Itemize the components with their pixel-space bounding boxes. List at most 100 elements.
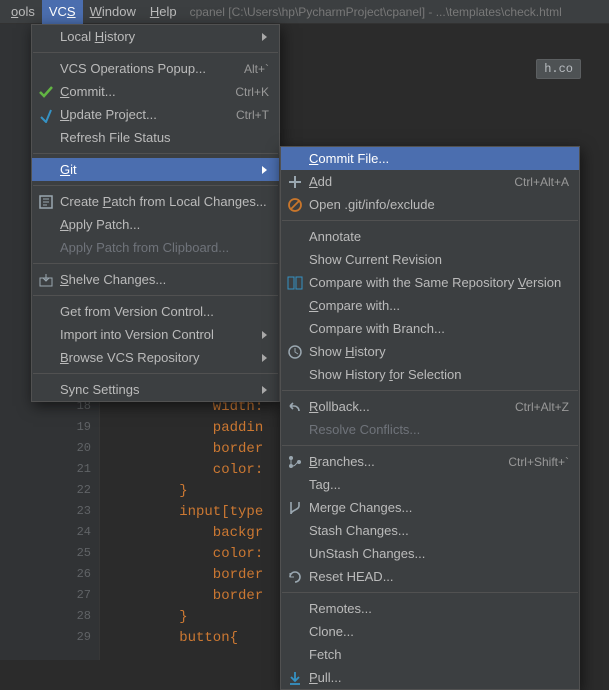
menu-item-label: Local History bbox=[60, 29, 135, 44]
line-number: 25 bbox=[77, 546, 91, 560]
diff-icon bbox=[287, 275, 303, 291]
menu-separator bbox=[282, 592, 578, 593]
menu-item[interactable]: Commit File... bbox=[281, 147, 579, 170]
menu-item[interactable]: Compare with Branch... bbox=[281, 317, 579, 340]
line-number: 24 bbox=[77, 525, 91, 539]
menu-item-label: Refresh File Status bbox=[60, 130, 171, 145]
menu-item-label: Remotes... bbox=[309, 601, 372, 616]
submenu-arrow-icon bbox=[261, 353, 269, 363]
menu-item[interactable]: Merge Changes... bbox=[281, 496, 579, 519]
menubar: oolsVCSWindowHelpcpanel [C:\Users\hp\Pyc… bbox=[0, 0, 609, 24]
menu-item[interactable]: AddCtrl+Alt+A bbox=[281, 170, 579, 193]
menu-item[interactable]: Local History bbox=[32, 25, 279, 48]
menu-item[interactable]: Fetch bbox=[281, 643, 579, 666]
menu-item[interactable]: Shelve Changes... bbox=[32, 268, 279, 291]
code-line: border bbox=[154, 588, 263, 604]
menu-item[interactable]: Compare with the Same Repository Version bbox=[281, 271, 579, 294]
menubar-item[interactable]: Window bbox=[83, 0, 143, 24]
menu-item[interactable]: Import into Version Control bbox=[32, 323, 279, 346]
vcs-menu: Local History VCS Operations Popup... Alt+… bbox=[31, 24, 280, 402]
menu-item[interactable]: Commit... Ctrl+K bbox=[32, 80, 279, 103]
menu-item[interactable]: Clone... bbox=[281, 620, 579, 643]
menu-shortcut: Alt+` bbox=[244, 62, 269, 76]
menu-item[interactable]: Show History for Selection bbox=[281, 363, 579, 386]
line-number: 26 bbox=[77, 567, 91, 581]
menu-shortcut: Ctrl+Alt+A bbox=[514, 175, 569, 189]
menu-item-label: Browse VCS Repository bbox=[60, 350, 199, 365]
menubar-item[interactable]: ools bbox=[4, 0, 42, 24]
menu-item[interactable]: Create Patch from Local Changes... bbox=[32, 190, 279, 213]
code-line: button{ bbox=[154, 630, 238, 646]
menu-separator bbox=[33, 153, 278, 154]
badge: h.co bbox=[536, 59, 581, 79]
menu-item-label: Reset HEAD... bbox=[309, 569, 394, 584]
menu-item[interactable]: Open .git/info/exclude bbox=[281, 193, 579, 216]
menu-item[interactable]: Tag... bbox=[281, 473, 579, 496]
code-line: } bbox=[154, 609, 188, 625]
menu-item-label: Compare with... bbox=[309, 298, 400, 313]
menu-item-label: Git bbox=[60, 162, 77, 177]
menu-item[interactable]: Sync Settings bbox=[32, 378, 279, 401]
menu-item-label: Compare with the Same Repository Version bbox=[309, 275, 561, 290]
menu-item-label: Stash Changes... bbox=[309, 523, 409, 538]
menu-item-label: Annotate bbox=[309, 229, 361, 244]
menu-item[interactable]: Refresh File Status bbox=[32, 126, 279, 149]
menu-item: Apply Patch from Clipboard... bbox=[32, 236, 279, 259]
undo-icon bbox=[287, 399, 303, 415]
menu-item-label: Commit... bbox=[60, 84, 116, 99]
menu-item[interactable]: Branches...Ctrl+Shift+` bbox=[281, 450, 579, 473]
menu-item-label: Merge Changes... bbox=[309, 500, 412, 515]
menubar-item[interactable]: Help bbox=[143, 0, 184, 24]
menu-item[interactable]: Reset HEAD... bbox=[281, 565, 579, 588]
code-line: input[type bbox=[154, 504, 263, 520]
menu-separator bbox=[33, 373, 278, 374]
menu-item-label: VCS Operations Popup... bbox=[60, 61, 206, 76]
git-submenu: Commit File... AddCtrl+Alt+AOpen .git/inf… bbox=[280, 146, 580, 690]
menu-item[interactable]: Stash Changes... bbox=[281, 519, 579, 542]
menu-item-label: Import into Version Control bbox=[60, 327, 214, 342]
menu-item[interactable]: Update Project...Ctrl+T bbox=[32, 103, 279, 126]
line-number: 27 bbox=[77, 588, 91, 602]
menu-item-label: Commit File... bbox=[309, 151, 389, 166]
menu-item[interactable]: Browse VCS Repository bbox=[32, 346, 279, 369]
menu-item[interactable]: Apply Patch... bbox=[32, 213, 279, 236]
menu-shortcut: Ctrl+K bbox=[235, 85, 269, 99]
menu-item-label: Create Patch from Local Changes... bbox=[60, 194, 267, 209]
code-line: color: bbox=[154, 546, 263, 562]
menu-item-label: UnStash Changes... bbox=[309, 546, 425, 561]
code-line: } bbox=[154, 483, 188, 499]
menu-separator bbox=[33, 295, 278, 296]
menu-item-label: Resolve Conflicts... bbox=[309, 422, 420, 437]
menu-item-label: Tag... bbox=[309, 477, 341, 492]
line-number: 20 bbox=[77, 441, 91, 455]
code-line: color: bbox=[154, 462, 263, 478]
merge-icon bbox=[287, 500, 303, 516]
menu-item[interactable]: UnStash Changes... bbox=[281, 542, 579, 565]
menu-item-label: Compare with Branch... bbox=[309, 321, 445, 336]
menu-item[interactable]: Compare with... bbox=[281, 294, 579, 317]
code-line: border bbox=[154, 567, 263, 583]
check-icon bbox=[38, 84, 54, 100]
menu-item[interactable]: Remotes... bbox=[281, 597, 579, 620]
menu-item[interactable]: Show History bbox=[281, 340, 579, 363]
code-line: backgr bbox=[154, 525, 263, 541]
menu-item: Resolve Conflicts... bbox=[281, 418, 579, 441]
menu-item[interactable]: Show Current Revision bbox=[281, 248, 579, 271]
update-icon bbox=[38, 107, 54, 123]
deny-icon bbox=[287, 197, 303, 213]
submenu-arrow-icon bbox=[261, 165, 269, 175]
menu-item-label: Shelve Changes... bbox=[60, 272, 166, 287]
menu-separator bbox=[33, 263, 278, 264]
menu-item[interactable]: Get from Version Control... bbox=[32, 300, 279, 323]
menubar-item[interactable]: VCS bbox=[42, 0, 83, 24]
clock-icon bbox=[287, 344, 303, 360]
menu-item[interactable]: Pull... bbox=[281, 666, 579, 689]
menu-item[interactable]: Rollback...Ctrl+Alt+Z bbox=[281, 395, 579, 418]
menu-item[interactable]: VCS Operations Popup... Alt+` bbox=[32, 57, 279, 80]
menu-item-label: Pull... bbox=[309, 670, 342, 685]
menu-item[interactable]: Annotate bbox=[281, 225, 579, 248]
menu-item[interactable]: Git bbox=[32, 158, 279, 181]
code-line: border bbox=[154, 441, 263, 457]
menu-item-label: Apply Patch from Clipboard... bbox=[60, 240, 229, 255]
menu-separator bbox=[33, 52, 278, 53]
